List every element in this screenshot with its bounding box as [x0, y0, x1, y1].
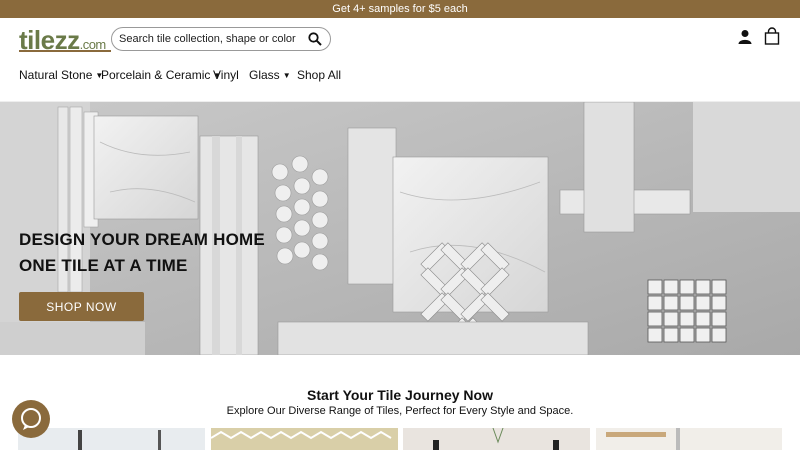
chevron-down-icon: ▼ [282, 71, 291, 80]
category-thumbnail[interactable] [403, 428, 590, 450]
section-subtitle: Explore Our Diverse Range of Tiles, Perf… [226, 405, 574, 417]
nav-item-vinyl[interactable]: Vinyl [213, 68, 239, 82]
chat-bubble-icon [21, 408, 41, 430]
logo-underline [19, 50, 111, 52]
promo-banner: Get 4+ samples for $5 each [0, 0, 800, 18]
hero-headline-line2: ONE TILE AT A TIME [19, 256, 188, 275]
nav-item-natural-stone[interactable]: Natural Stone ▼ [19, 68, 103, 82]
nav-item-label: Shop All [297, 68, 342, 82]
shopping-bag-icon[interactable] [764, 27, 780, 45]
chat-button[interactable] [12, 400, 50, 438]
hero-banner: DESIGN YOUR DREAM HOME ONE TILE AT A TIM… [0, 102, 800, 355]
site-header: tilezz.com [0, 18, 800, 60]
vanity-image [433, 428, 559, 450]
shop-now-button[interactable]: SHOP NOW [19, 292, 144, 321]
main-nav: Natural Stone ▼ Porcelain & Ceramic ▼ Viny… [0, 62, 800, 90]
user-icon[interactable] [738, 29, 752, 45]
nav-item-label: Vinyl [213, 68, 239, 82]
search-input[interactable] [119, 31, 299, 47]
nav-item-label: Glass [249, 68, 280, 82]
search-icon[interactable] [308, 32, 322, 46]
hero-headline-line1: DESIGN YOUR DREAM HOME [19, 230, 265, 249]
nav-item-glass[interactable]: Glass ▼ [249, 68, 291, 82]
patterned-tile-image [211, 430, 392, 440]
nav-item-label: Porcelain & Ceramic [101, 68, 211, 82]
nav-item-porcelain-ceramic[interactable]: Porcelain & Ceramic ▼ [101, 68, 221, 82]
kitchen-image [606, 428, 680, 450]
category-thumbnail[interactable] [211, 428, 398, 450]
section-title: Start Your Tile Journey Now [307, 387, 493, 403]
nav-item-label: Natural Stone [19, 68, 93, 82]
nav-item-shop-all[interactable]: Shop All [297, 68, 341, 82]
category-thumbnail[interactable] [596, 428, 782, 450]
promo-text: Get 4+ samples for $5 each [332, 3, 468, 15]
search-bar [111, 27, 331, 51]
